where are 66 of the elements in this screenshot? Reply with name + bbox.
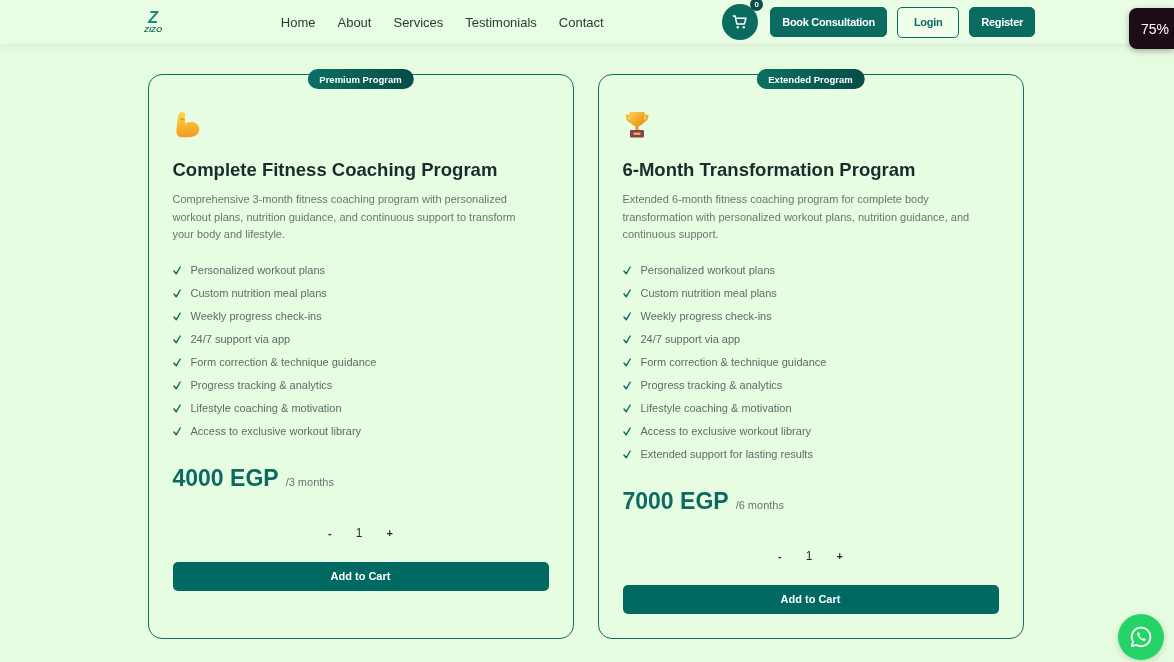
feature-text: 24/7 support via app — [190, 333, 291, 345]
check-icon — [172, 334, 181, 344]
program-description: Comprehensive 3-month fitness coaching program with personalized workout plans, nutrition guidance, and continuous support to transform your body and lifestyle. — [172, 192, 517, 242]
add-to-cart-button[interactable]: Add to Cart — [172, 561, 549, 591]
check-icon — [622, 311, 631, 321]
feature-text: Weekly progress check-ins — [640, 310, 772, 322]
check-icon — [622, 288, 631, 298]
primary-button[interactable]: Register — [969, 7, 1035, 37]
check-icon — [172, 265, 181, 275]
feature-text: Progress tracking & analytics — [190, 379, 333, 391]
program-badge: Extended Program — [756, 69, 865, 89]
nav-link[interactable]: About — [337, 14, 372, 30]
add-to-cart-button[interactable]: Add to Cart — [622, 584, 999, 614]
check-icon — [622, 403, 631, 413]
decrement-button[interactable]: - — [326, 526, 334, 539]
feature-text: Lifestyle coaching & motivation — [640, 402, 792, 414]
phone-bubble-icon — [1129, 625, 1153, 649]
feature-text: Progress tracking & analytics — [640, 379, 783, 391]
cart-icon — [731, 13, 750, 31]
check-icon — [622, 334, 631, 344]
feature-text: Access to exclusive workout library — [190, 425, 362, 437]
feature-text: Weekly progress check-ins — [190, 310, 322, 322]
zoom-level-badge: 75% — [1129, 8, 1174, 49]
feature-text: Personalized workout plans — [190, 264, 326, 276]
decrement-button[interactable]: - — [776, 549, 784, 562]
check-icon — [172, 380, 181, 390]
check-icon — [622, 449, 631, 459]
check-icon — [622, 265, 631, 275]
feature-text: Lifestyle coaching & motivation — [190, 402, 342, 414]
quantity-value: 1 — [355, 525, 363, 540]
check-icon — [172, 403, 181, 413]
check-icon — [172, 357, 181, 367]
check-icon — [172, 311, 181, 321]
quantity-value: 1 — [805, 548, 813, 563]
program-title: 6-Month Transformation Program — [622, 158, 917, 182]
program-badge: Premium Program — [307, 69, 414, 89]
check-icon — [622, 357, 631, 367]
feature-text: Form correction & technique guidance — [640, 356, 827, 368]
feature-text: Form correction & technique guidance — [190, 356, 377, 368]
price-amount: 7000 EGP — [622, 487, 729, 515]
cart-count-badge: 0 — [750, 0, 764, 11]
nav-link[interactable]: Contact — [558, 14, 604, 30]
feature-text: Extended support for lasting results — [640, 448, 813, 460]
price-period: /3 months — [285, 475, 334, 488]
primary-button[interactable]: Book Consultation — [770, 7, 887, 37]
check-icon — [622, 426, 631, 436]
nav-link[interactable]: Testimonials — [465, 14, 537, 30]
increment-button[interactable]: + — [834, 549, 845, 562]
check-icon — [172, 288, 181, 298]
outline-button[interactable]: Login — [896, 6, 960, 38]
check-icon — [172, 426, 181, 436]
program-description: Extended 6-month fitness coaching program for complete body transformation with personalized workout plans, nutrition guidance, and continuous support. — [622, 192, 971, 242]
feature-text: Custom nutrition meal plans — [190, 287, 327, 299]
logo-link[interactable]: Z ZIZO — [144, 10, 163, 34]
price-amount: 4000 EGP — [172, 464, 279, 492]
nav-link[interactable]: Services — [393, 14, 444, 30]
feature-text: Access to exclusive workout library — [640, 425, 812, 437]
feature-text: Personalized workout plans — [640, 264, 776, 276]
feature-text: 24/7 support via app — [640, 333, 741, 345]
check-icon — [622, 380, 631, 390]
program-title: Complete Fitness Coaching Program — [172, 158, 499, 182]
price-period: /6 months — [735, 498, 784, 511]
feature-text: Custom nutrition meal plans — [640, 287, 777, 299]
chat-button[interactable] — [1118, 614, 1164, 660]
nav-link[interactable]: Home — [280, 14, 316, 30]
increment-button[interactable]: + — [384, 526, 395, 539]
